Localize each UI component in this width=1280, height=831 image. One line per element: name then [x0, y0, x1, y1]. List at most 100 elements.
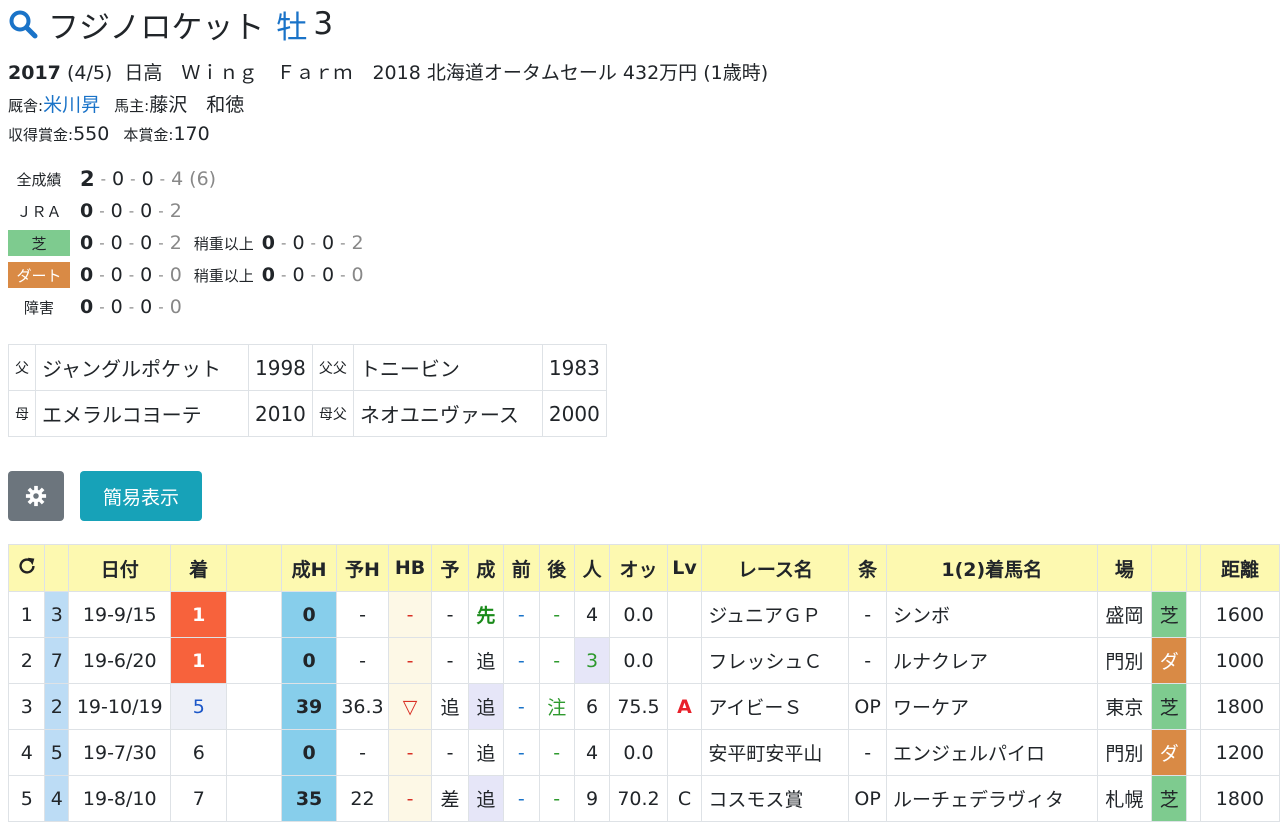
heavy-third: 0 [321, 232, 335, 254]
table-row[interactable]: 5 4 19-8/10 7 35 22 - 差 追 - - 9 70.2 C コ… [7, 775, 1280, 822]
hb-value: - [387, 591, 433, 638]
col-race[interactable]: レース名 [701, 544, 850, 592]
col-hb[interactable]: HB [387, 544, 433, 592]
ato-value: - [538, 637, 575, 684]
record-third: 0 [141, 168, 154, 190]
owner-label: 馬主: [114, 97, 150, 115]
record-extra: (6) [189, 168, 217, 190]
seih-value: 35 [280, 775, 338, 822]
race-class: - [848, 637, 887, 684]
col-winner[interactable]: 1(2)着馬名 [885, 544, 1098, 592]
turf-badge: 芝 [8, 230, 70, 256]
refresh-icon [19, 557, 35, 574]
table-row[interactable]: 1 3 19-9/15 1 0 - - - 先 - - 4 0.0 ジュニアＧＰ… [7, 591, 1280, 638]
frame-number: 7 [44, 637, 70, 684]
dam-sire-label: 母父 [311, 390, 354, 437]
record-win: 0 [80, 264, 94, 286]
race-class: - [848, 591, 887, 638]
record-second: 0 [110, 200, 123, 222]
col-ato[interactable]: 後 [538, 544, 575, 592]
dam-sire-name: ネオユニヴァース [352, 390, 543, 437]
venue: 盛岡 [1096, 591, 1153, 638]
popularity: 4 [573, 591, 611, 638]
col-class[interactable]: 条 [848, 544, 887, 592]
level: A [666, 683, 703, 730]
race-name[interactable]: アイビーＳ [701, 683, 850, 730]
sire-sire-label: 父父 [311, 344, 354, 391]
simple-view-button[interactable]: 簡易表示 [80, 471, 202, 521]
popularity: 3 [573, 637, 611, 684]
heavy-win: 0 [261, 264, 276, 286]
race-name[interactable]: コスモス賞 [701, 775, 850, 822]
heavy-label: 稍重以上 [193, 266, 254, 285]
distance: 1800 [1199, 775, 1280, 822]
birth-year: 2017 [8, 62, 61, 84]
col-distance[interactable]: 距離 [1199, 544, 1280, 592]
record-third: 0 [140, 264, 153, 286]
frame-number: 2 [44, 683, 70, 730]
sire-sire-year: 1983 [541, 344, 607, 391]
record-label: 全成績 [16, 170, 62, 189]
seih-value: 0 [280, 637, 338, 684]
race-name[interactable]: ジュニアＧＰ [701, 591, 850, 638]
col-odds[interactable]: オッ [609, 544, 668, 592]
sire-name: ジャングルポケット [35, 344, 249, 391]
row-number: 5 [7, 775, 46, 822]
row-number: 3 [7, 683, 46, 730]
record-other: 2 [169, 200, 182, 222]
surface-badge: 芝 [1151, 683, 1188, 730]
winner-name[interactable]: シンボ [885, 591, 1098, 638]
search-icon[interactable] [8, 9, 38, 39]
winner-name[interactable]: エンジェルパイロ [885, 729, 1098, 776]
yo-value: - [431, 591, 469, 638]
col-yoh[interactable]: 予H [336, 544, 389, 592]
yo-value: 差 [431, 775, 469, 822]
race-date: 19-10/19 [68, 683, 172, 730]
col-date[interactable]: 日付 [68, 544, 172, 592]
hb-value: - [387, 775, 433, 822]
record-win: 0 [80, 232, 94, 254]
connections: 厩舎:米川昇 馬主:藤沢 和徳 [8, 90, 244, 117]
finish-rank: 7 [170, 775, 228, 822]
col-mae[interactable]: 前 [503, 544, 540, 592]
sire-sire-name: トニービン [352, 344, 543, 391]
distance: 1800 [1199, 683, 1280, 730]
record-third: 0 [140, 200, 153, 222]
level [666, 729, 703, 776]
sire-label: 父 [8, 344, 36, 391]
col-lv[interactable]: Lv [666, 544, 703, 592]
record-row-jra: ＪＲＡ 0- 0- 0- 2 [8, 196, 182, 226]
col-venue[interactable]: 場 [1096, 544, 1153, 592]
ato-value: - [538, 591, 575, 638]
sei-value: 追 [467, 729, 505, 776]
col-sei[interactable]: 成 [467, 544, 505, 592]
table-row[interactable]: 4 5 19-7/30 6 0 - - - 追 - - 4 0.0 安平町安平山… [7, 729, 1280, 776]
record-row-all: 全成績 2- 0- 0- 4 (6) [8, 164, 216, 194]
venue: 門別 [1096, 637, 1153, 684]
yoh-value: - [336, 591, 389, 638]
gear-icon [25, 485, 47, 507]
record-win: 2 [80, 167, 95, 191]
yo-value: - [431, 729, 469, 776]
record-other: 2 [169, 232, 182, 254]
birth-date: (4/5) [66, 62, 113, 84]
refresh-button[interactable] [7, 544, 46, 592]
table-row[interactable]: 2 7 19-6/20 1 0 - - - 追 - - 3 0.0 フレッシュＣ… [7, 637, 1280, 684]
col-yo[interactable]: 予 [431, 544, 469, 592]
winner-name[interactable]: ワーケア [885, 683, 1098, 730]
settings-button[interactable] [8, 471, 64, 521]
table-row[interactable]: 3 2 19-10/19 5 39 36.3 ▽ 追 追 - 注 6 75.5 … [7, 683, 1280, 730]
trainer-link[interactable]: 米川昇 [43, 94, 100, 116]
race-name[interactable]: 安平町安平山 [701, 729, 850, 776]
winner-name[interactable]: ルナクレア [885, 637, 1098, 684]
winner-name[interactable]: ルーチェデラヴィタ [885, 775, 1098, 822]
race-name[interactable]: フレッシュＣ [701, 637, 850, 684]
col-seih[interactable]: 成H [280, 544, 338, 592]
record-win: 0 [80, 296, 94, 318]
yoh-value: 22 [336, 775, 389, 822]
pedigree-table: 父 ジャングルポケット 1998 父父 トニービン 1983 母 エメラルコヨー… [8, 344, 607, 437]
heavy-second: 0 [292, 264, 305, 286]
col-rank[interactable]: 着 [170, 544, 228, 592]
col-pop[interactable]: 人 [573, 544, 611, 592]
seih-value: 0 [280, 729, 338, 776]
